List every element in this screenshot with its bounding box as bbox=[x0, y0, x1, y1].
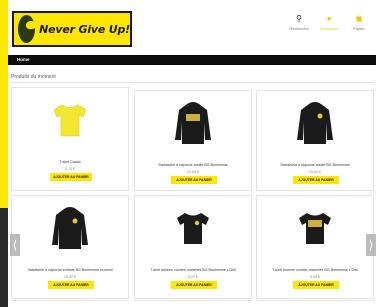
site-logo[interactable]: Never Give Up! bbox=[12, 11, 132, 47]
left-band-shadow bbox=[0, 60, 8, 307]
account-label: Connexion bbox=[319, 26, 339, 31]
product-card[interactable]: T-shirt enfants courtes manches BG Bonhi… bbox=[134, 195, 252, 299]
product-price: 9,50 € bbox=[310, 275, 320, 279]
product-card-next-row bbox=[11, 300, 129, 307]
hoodie-image bbox=[175, 102, 211, 144]
add-to-cart-button[interactable]: AJOUTER AU PANIER bbox=[48, 281, 94, 289]
product-name[interactable]: T-shirt Catalo bbox=[14, 160, 126, 164]
product-price: 5,70 € bbox=[65, 167, 75, 171]
product-image[interactable] bbox=[257, 196, 373, 260]
product-card-next-row bbox=[256, 300, 374, 307]
main-content: Produits du moment T-shirt Catalo 5,70 €… bbox=[8, 65, 376, 307]
chevron-right-icon: ⟩ bbox=[368, 238, 374, 252]
nav-item-home[interactable]: Home bbox=[17, 57, 30, 62]
product-card[interactable]: T-shirt homme courtes manches BG Bonhimm… bbox=[256, 195, 374, 299]
tshirt-image bbox=[53, 104, 87, 137]
cart-button[interactable]: ▣ Panier bbox=[348, 14, 370, 31]
add-to-cart-button[interactable]: AJOUTER AU PANIER bbox=[171, 281, 217, 289]
tshirt-image bbox=[177, 213, 209, 244]
add-to-cart-button[interactable]: AJOUTER AU PANIER bbox=[293, 176, 339, 184]
product-price: 25,60 € bbox=[187, 170, 199, 174]
add-to-cart-button[interactable]: AJOUTER AU PANIER bbox=[50, 173, 92, 181]
product-card[interactable]: T-shirt Catalo 5,70 € AJOUTER AU PANIER bbox=[11, 87, 129, 191]
product-card[interactable]: Sweatshirt à capuche adulte BG Bonhimme … bbox=[134, 90, 252, 191]
section-title: Produits du moment bbox=[11, 74, 56, 80]
product-name[interactable]: T-shirt enfants courtes manches BG Bonhi… bbox=[137, 268, 249, 272]
search-label: Recherche bbox=[289, 26, 309, 31]
mascot-icon bbox=[18, 15, 37, 43]
product-name[interactable]: Sweatshirt à capuche enfants BG Bonhimme… bbox=[14, 268, 126, 272]
product-name[interactable]: Sweatshirt à capuche adulte BG Bonhimme bbox=[259, 163, 371, 167]
product-name[interactable]: Sweatshirt à capuche adulte BG Bonhimme bbox=[137, 163, 249, 167]
add-to-cart-button[interactable]: AJOUTER AU PANIER bbox=[293, 281, 339, 289]
product-price: 19,50 € bbox=[64, 275, 76, 279]
product-card[interactable]: Sweatshirt à capuche enfants BG Bonhimme… bbox=[11, 195, 129, 299]
search-icon: ⚲ bbox=[296, 14, 302, 23]
hoodie-image bbox=[297, 102, 333, 144]
cart-icon: ▣ bbox=[355, 14, 363, 23]
search-button[interactable]: ⚲ Recherche bbox=[288, 14, 310, 31]
product-image[interactable] bbox=[135, 196, 251, 260]
account-button[interactable]: ● Connexion bbox=[318, 14, 340, 31]
tshirt-image bbox=[299, 213, 331, 244]
site-header: Never Give Up! ⚲ Recherche ● Connexion ▣… bbox=[8, 0, 376, 55]
carousel-next-button[interactable]: ⟩ bbox=[366, 234, 376, 256]
chevron-left-icon: ⟨ bbox=[12, 238, 18, 252]
product-image[interactable] bbox=[12, 196, 128, 260]
product-price: 8,20 € bbox=[188, 275, 198, 279]
product-image[interactable] bbox=[12, 88, 128, 152]
product-card[interactable]: Sweatshirt à capuche adulte BG Bonhimme … bbox=[256, 90, 374, 191]
user-icon: ● bbox=[326, 14, 332, 23]
product-card-next-row bbox=[134, 300, 252, 307]
product-price: 25,60 € bbox=[309, 170, 321, 174]
carousel-prev-button[interactable]: ⟨ bbox=[10, 234, 20, 256]
header-actions: ⚲ Recherche ● Connexion ▣ Panier bbox=[288, 14, 370, 31]
cart-label: Panier bbox=[353, 26, 365, 31]
divider bbox=[11, 82, 373, 83]
main-nav: Home bbox=[8, 55, 376, 65]
logo-text: Never Give Up! bbox=[39, 22, 130, 36]
page: Never Give Up! ⚲ Recherche ● Connexion ▣… bbox=[0, 0, 376, 307]
product-name[interactable]: T-shirt homme courtes manches BG Bonhimm… bbox=[259, 268, 371, 272]
hoodie-image bbox=[52, 207, 88, 249]
add-to-cart-button[interactable]: AJOUTER AU PANIER bbox=[171, 176, 217, 184]
product-image[interactable] bbox=[257, 91, 373, 155]
product-image[interactable] bbox=[135, 91, 251, 155]
